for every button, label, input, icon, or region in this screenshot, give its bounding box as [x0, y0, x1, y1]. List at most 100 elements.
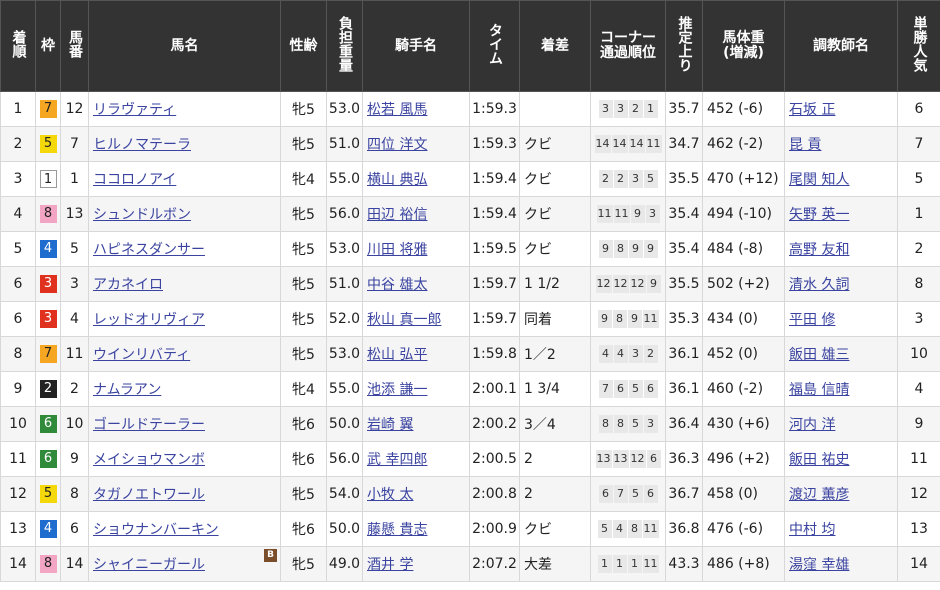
table-row: 3 1 1 ココロノアイ 牝4 55.0 横山 典弘 1:59.4 クビ 223… — [0, 161, 940, 197]
umaban-cell: 1 — [60, 161, 89, 197]
table-row: 1 7 12 リラヴァティ 牝5 53.0 松若 風馬 1:59.3 3321 … — [0, 91, 940, 127]
corner-cell: 14 14 14 11 — [590, 126, 666, 162]
jockey-link[interactable]: 武 幸四郎 — [367, 452, 427, 468]
corner-positions: 9 8 9 11 — [597, 310, 659, 328]
jockey-link[interactable]: 岩崎 翼 — [367, 417, 413, 433]
trainer-link[interactable]: 渡辺 薫彦 — [789, 487, 849, 503]
horse-link[interactable]: タガノエトワール — [93, 487, 205, 503]
jockey-cell: 松山 弘平 — [362, 336, 470, 372]
jockey-link[interactable]: 小牧 太 — [367, 487, 413, 503]
trainer-link[interactable]: 中村 均 — [789, 522, 835, 538]
horse-cell: ヒルノマテーラ — [88, 126, 281, 162]
jockey-link[interactable]: 中谷 雄太 — [367, 277, 427, 293]
horse-cell: ショウナンバーキン — [88, 511, 281, 547]
trainer-link[interactable]: 矢野 英一 — [789, 207, 849, 223]
trainer-link[interactable]: 昆 貢 — [789, 137, 821, 153]
trainer-link[interactable]: 高野 友和 — [789, 242, 849, 258]
horse-link[interactable]: シュンドルボン — [93, 207, 191, 223]
last3f-cell: 35.7 — [665, 91, 703, 127]
corner-position: 11 — [642, 310, 659, 328]
trainer-link[interactable]: 平田 修 — [789, 312, 835, 328]
corner-position: 6 — [643, 380, 658, 398]
jockey-link[interactable]: 四位 洋文 — [367, 137, 427, 153]
body-weight-cell: 476 (-6) — [702, 511, 785, 547]
horse-link[interactable]: ハピネスダンサー — [93, 242, 205, 258]
header-trainer: 調教師名 — [784, 0, 898, 92]
horse-link[interactable]: ゴールドテーラー — [93, 417, 205, 433]
horse-link[interactable]: ナムラアン — [93, 382, 161, 398]
popularity-cell: 7 — [897, 126, 940, 162]
trainer-link[interactable]: 湯窪 幸雄 — [789, 557, 849, 573]
waku-cell: 7 — [35, 336, 61, 372]
weight-cell: 50.0 — [326, 406, 363, 442]
umaban-cell: 2 — [60, 371, 89, 407]
weight-cell: 51.0 — [326, 126, 363, 162]
jockey-cell: 秋山 真一郎 — [362, 301, 470, 337]
horse-link[interactable]: レッドオリヴィア — [93, 312, 205, 328]
last3f-cell: 36.4 — [665, 406, 703, 442]
horse-link[interactable]: ウインリバティ — [93, 347, 190, 363]
weight-cell: 53.0 — [326, 91, 363, 127]
jockey-link[interactable]: 酒井 学 — [367, 557, 413, 573]
jockey-link[interactable]: 藤懸 貴志 — [367, 522, 427, 538]
umaban-cell: 4 — [60, 301, 89, 337]
horse-link[interactable]: ココロノアイ — [93, 172, 176, 188]
table-row: 11 6 9 メイショウマンボ 牝6 56.0 武 幸四郎 2:00.5 2 1… — [0, 441, 940, 477]
trainer-link[interactable]: 石坂 正 — [789, 102, 835, 118]
horse-link[interactable]: シャイニーガール — [93, 557, 205, 573]
corner-positions: 2235 — [598, 170, 658, 188]
trainer-cell: 中村 均 — [784, 511, 898, 547]
umaban-cell: 11 — [60, 336, 89, 372]
jockey-cell: 川田 将雅 — [362, 231, 470, 267]
jockey-link[interactable]: 松山 弘平 — [367, 347, 427, 363]
corner-position: 8 — [613, 415, 628, 433]
waku-cell: 5 — [35, 476, 61, 512]
sexage-cell: 牝6 — [280, 511, 327, 547]
corner-position: 9 — [628, 240, 643, 258]
horse-cell: メイショウマンボ — [88, 441, 281, 477]
margin-cell: 大差 — [519, 546, 591, 582]
weight-cell: 53.0 — [326, 336, 363, 372]
umaban-cell: 10 — [60, 406, 89, 442]
last3f-cell: 43.3 — [665, 546, 703, 582]
popularity-cell: 5 — [897, 161, 940, 197]
horse-link[interactable]: メイショウマンボ — [93, 452, 205, 468]
race-result-table: 着順 枠 馬番 馬名 性齢 負担重量 騎手名 タイム 着差 コーナー 通過順位 推… — [0, 0, 940, 582]
waku-cell: 2 — [35, 371, 61, 407]
corner-position: 5 — [597, 520, 612, 538]
margin-cell: クビ — [519, 231, 591, 267]
trainer-link[interactable]: 飯田 祐史 — [789, 452, 849, 468]
time-cell: 2:00.5 — [469, 441, 520, 477]
jockey-link[interactable]: 田辺 裕信 — [367, 207, 427, 223]
trainer-cell: 飯田 祐史 — [784, 441, 898, 477]
waku-badge: 3 — [39, 275, 57, 293]
horse-link[interactable]: アカネイロ — [93, 277, 163, 293]
horse-link[interactable]: リラヴァティ — [93, 102, 176, 118]
umaban-cell: 7 — [60, 126, 89, 162]
weight-cell: 50.0 — [326, 511, 363, 547]
corner-position: 2 — [643, 345, 658, 363]
jockey-link[interactable]: 池添 謙一 — [367, 382, 427, 398]
jockey-link[interactable]: 横山 典弘 — [367, 172, 427, 188]
trainer-cell: 昆 貢 — [784, 126, 898, 162]
table-row: 4 8 13 シュンドルボン 牝5 56.0 田辺 裕信 1:59.4 クビ 1… — [0, 196, 940, 232]
jockey-link[interactable]: 秋山 真一郎 — [367, 312, 441, 328]
horse-cell: ハピネスダンサー — [88, 231, 281, 267]
corner-position: 12 — [629, 275, 646, 293]
trainer-link[interactable]: 福島 信晴 — [789, 382, 849, 398]
corner-position: 3 — [613, 100, 628, 118]
jockey-link[interactable]: 川田 将雅 — [367, 242, 427, 258]
trainer-link[interactable]: 尾関 知人 — [789, 172, 849, 188]
horse-link[interactable]: ショウナンバーキン — [93, 522, 219, 538]
corner-position: 11 — [613, 205, 630, 223]
corner-positions: 11 11 9 3 — [596, 205, 660, 223]
weight-cell: 51.0 — [326, 266, 363, 302]
horse-link[interactable]: ヒルノマテーラ — [93, 137, 191, 153]
trainer-link[interactable]: 清水 久詞 — [789, 277, 849, 293]
trainer-link[interactable]: 飯田 雄三 — [789, 347, 849, 363]
jockey-link[interactable]: 松若 風馬 — [367, 102, 427, 118]
weight-cell: 55.0 — [326, 161, 363, 197]
corner-position: 14 — [594, 135, 611, 153]
popularity-cell: 12 — [897, 476, 940, 512]
trainer-link[interactable]: 河内 洋 — [789, 417, 835, 433]
